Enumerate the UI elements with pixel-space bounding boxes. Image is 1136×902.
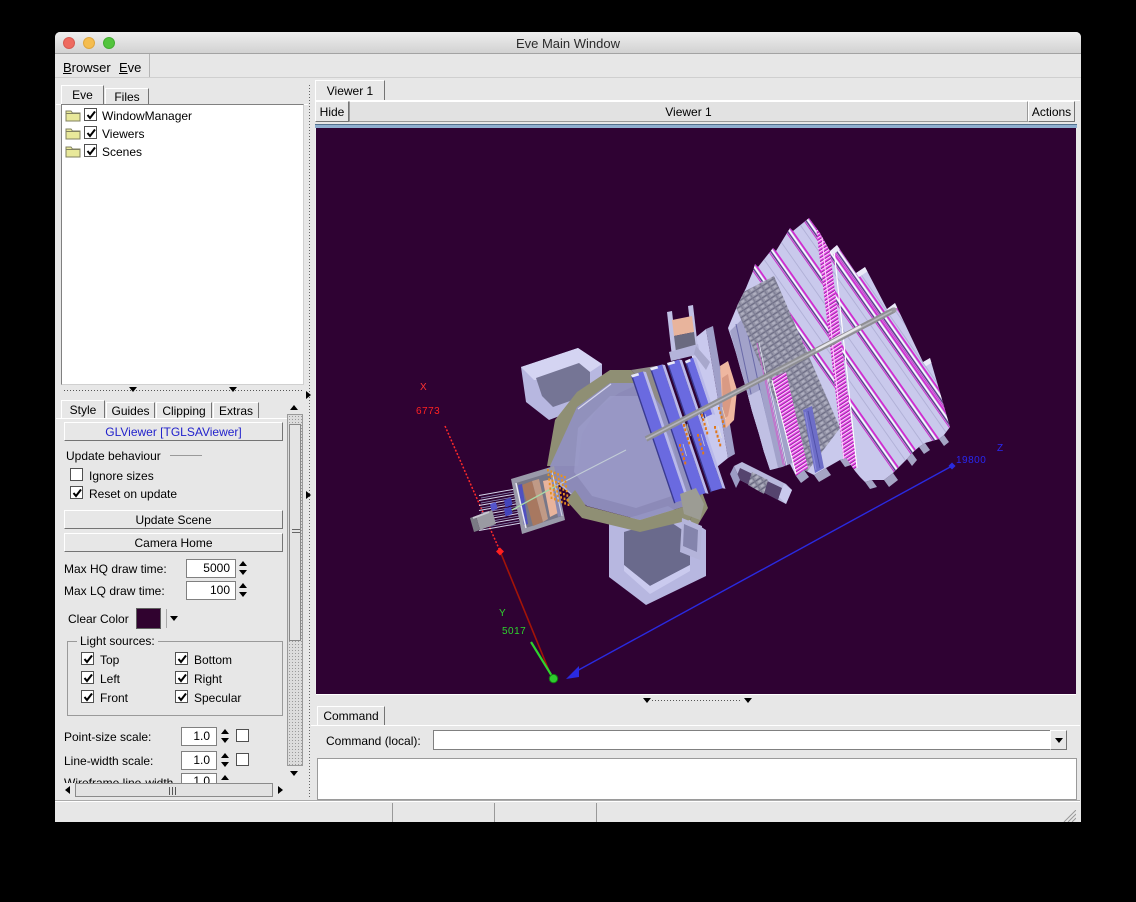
svg-text:X: X <box>420 382 427 393</box>
svg-text:Z: Z <box>997 443 1003 454</box>
svg-text:5017: 5017 <box>502 626 526 637</box>
svg-text:19800: 19800 <box>956 455 986 466</box>
svg-text:6773: 6773 <box>416 406 440 417</box>
svg-text:Y: Y <box>499 608 506 619</box>
